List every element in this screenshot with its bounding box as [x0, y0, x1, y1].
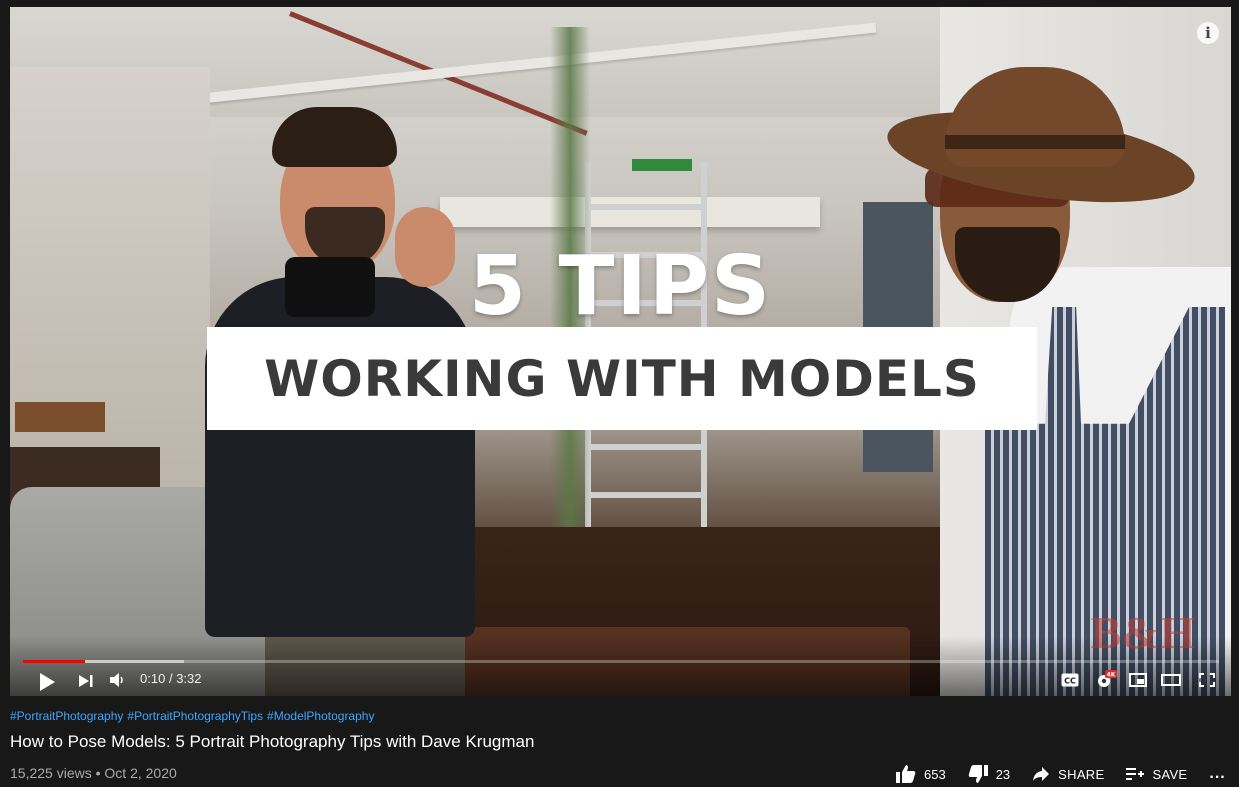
hashtag-list: #PortraitPhotography #PortraitPhotography…	[10, 709, 378, 723]
watch-page: 5 TIPS WORKING WITH MODELS B&H i 0:10 / …	[0, 0, 1239, 787]
hashtag-link[interactable]: #PortraitPhotography	[10, 709, 123, 723]
theater-mode-icon	[1161, 674, 1181, 686]
progress-bar[interactable]	[23, 660, 1219, 663]
overlay-subtitle: WORKING WITH MODELS	[264, 349, 980, 408]
model-hat-band	[945, 135, 1125, 149]
svg-text:4K: 4K	[1107, 672, 1116, 679]
play-button[interactable]	[36, 671, 58, 693]
theater-mode-button[interactable]	[1160, 670, 1182, 690]
publish-date: Oct 2, 2020	[104, 765, 177, 781]
save-label: SAVE	[1152, 766, 1188, 782]
time-display: 0:10 / 3:32	[140, 671, 202, 686]
playlist-add-icon	[1126, 768, 1145, 780]
save-button[interactable]: SAVE	[1126, 767, 1187, 782]
dislike-count: 23	[995, 766, 1011, 782]
volume-button[interactable]	[106, 669, 128, 691]
overlay-subtitle-band: WORKING WITH MODELS	[207, 327, 1037, 430]
like-button[interactable]: 653	[896, 765, 946, 783]
settings-button[interactable]: 4K	[1094, 669, 1118, 691]
closed-captions-icon: CC	[1061, 673, 1079, 687]
photographer-hair	[272, 107, 397, 167]
meta-separator: •	[95, 765, 101, 781]
view-count: 15,225 views	[10, 765, 92, 781]
hashtag-link[interactable]: #PortraitPhotographyTips	[127, 709, 263, 723]
svg-text:CC: CC	[1064, 677, 1076, 686]
fullscreen-button[interactable]	[1196, 670, 1218, 690]
dislike-button[interactable]: 23	[968, 765, 1010, 783]
video-title: How to Pose Models: 5 Portrait Photograp…	[10, 732, 535, 751]
thumbs-up-icon	[896, 765, 916, 783]
scene-ladder-top	[632, 159, 692, 171]
progress-played	[23, 660, 86, 663]
volume-icon	[110, 673, 123, 687]
skip-next-icon	[79, 675, 93, 687]
thumbs-down-icon	[968, 765, 988, 783]
like-count: 653	[924, 766, 946, 782]
info-icon[interactable]: i	[1197, 22, 1219, 44]
subtitles-button[interactable]: CC	[1059, 671, 1081, 689]
action-bar: 653 23 SHARE SAVE ...	[896, 760, 1226, 787]
miniplayer-button[interactable]	[1127, 670, 1149, 690]
miniplayer-icon	[1129, 673, 1147, 687]
fullscreen-icon	[1199, 673, 1215, 687]
share-arrow-icon	[1033, 767, 1050, 781]
video-player[interactable]: 5 TIPS WORKING WITH MODELS B&H i 0:10 / …	[10, 7, 1231, 696]
overlay-title: 5 TIPS	[468, 239, 773, 334]
time-total: 3:32	[176, 671, 202, 686]
time-separator: /	[168, 671, 173, 686]
share-button[interactable]: SHARE	[1032, 766, 1104, 782]
more-actions-button[interactable]: ...	[1209, 765, 1225, 783]
more-icon: ...	[1209, 765, 1226, 782]
share-label: SHARE	[1058, 766, 1105, 782]
controls-gradient	[10, 636, 1231, 696]
next-button[interactable]	[76, 671, 96, 691]
play-icon	[40, 673, 55, 691]
settings-gear-icon: 4K	[1098, 670, 1117, 687]
scene-shelf	[15, 402, 105, 432]
time-current: 0:10	[140, 671, 166, 686]
hashtag-link[interactable]: #ModelPhotography	[267, 709, 374, 723]
video-meta: 15,225 views • Oct 2, 2020	[10, 765, 177, 781]
